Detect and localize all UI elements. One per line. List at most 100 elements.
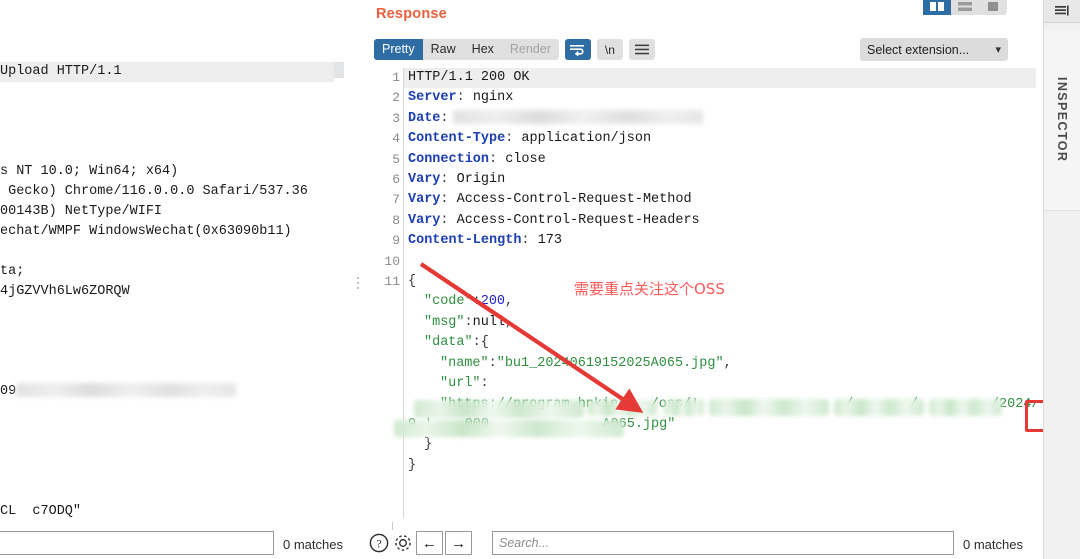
header-value: Access-Control-Request-Headers (448, 212, 700, 228)
code-token: } (408, 457, 417, 473)
header-name: Content-Length (408, 233, 522, 249)
url-redaction-4 (709, 399, 829, 416)
word-wrap-icon[interactable] (564, 39, 591, 60)
header-value: Origin (448, 172, 506, 188)
search-next-button[interactable]: → (445, 531, 472, 555)
request-line (0, 82, 350, 102)
panel-divider-handle[interactable] (355, 268, 361, 298)
response-header-line: HTTP/1.1 200 OK (408, 70, 530, 85)
code-token: { (408, 274, 417, 290)
code-token: "bu1_20240619152025A065.jpg" (496, 355, 724, 371)
inspector-rail: INSPECTOR (1043, 0, 1080, 559)
response-view-toolbar: Pretty Raw Hex Render \n (374, 39, 655, 60)
line-number-gutter: 1 2 3 4 5 6 7 8 9 10 11 (374, 68, 400, 518)
request-line (0, 422, 350, 442)
line-number: 7 (392, 192, 400, 208)
search-prev-button[interactable]: ← (416, 531, 443, 555)
response-tab-render[interactable]: Render (502, 39, 559, 60)
response-header-line: Vary: Origin (408, 170, 1036, 190)
line-number: 5 (392, 151, 400, 167)
code-token: , (505, 314, 514, 330)
divider-dot (357, 277, 359, 279)
layout-vertical-split-icon[interactable] (923, 0, 951, 15)
request-line (0, 342, 350, 362)
response-tab-pretty[interactable]: Pretty (374, 39, 423, 60)
response-tab-raw[interactable]: Raw (423, 39, 464, 60)
newline-toggle-button[interactable]: \n (596, 39, 623, 60)
request-line: CL c7ODQ" (0, 504, 82, 519)
request-line: Gecko) Chrome/116.0.0.0 Safari/537.36 (0, 184, 308, 199)
response-title: Response (376, 6, 447, 22)
request-line: 00143B) NetType/WIFI (0, 204, 163, 219)
header-name: Content-Type (408, 131, 506, 147)
url-redaction-1 (414, 400, 584, 418)
response-tab-hex[interactable]: Hex (464, 39, 502, 60)
code-token: : (488, 355, 497, 371)
code-token: :{ (472, 335, 489, 351)
request-line: s NT 10.0; Win64; x64) (0, 164, 179, 179)
header-colon: : (440, 172, 449, 188)
response-body-line: } (408, 435, 1036, 455)
request-line (0, 142, 350, 162)
layout-horizontal-split-icon[interactable] (951, 0, 979, 15)
response-view-tabs: Pretty Raw Hex Render (374, 39, 559, 60)
response-header-line: Content-Type: application/json (408, 129, 1036, 149)
svg-text:?: ? (376, 537, 381, 551)
request-scrollbar-thumb[interactable] (334, 62, 344, 78)
request-line (0, 462, 350, 482)
header-name: Vary (408, 192, 441, 208)
panel-collapse-icon[interactable] (1044, 0, 1080, 22)
header-name: Server (408, 90, 457, 106)
header-name: Vary (408, 172, 441, 188)
response-header-line: Date: (408, 109, 1036, 129)
line-number: 9 (392, 233, 400, 249)
line-number: 11 (384, 274, 400, 290)
response-search-input[interactable]: Search... (492, 531, 954, 555)
response-header-line: Connection: close (408, 150, 1036, 170)
select-extension-dropdown[interactable]: Select extension... ▾ (860, 38, 1008, 61)
inspector-tab[interactable]: INSPECTOR (1044, 30, 1080, 211)
line-number: 10 (384, 253, 400, 269)
arrow-right-icon: → (451, 534, 466, 552)
url-redaction-2 (587, 400, 657, 416)
header-colon: : (440, 192, 449, 208)
request-line (0, 442, 350, 462)
request-code-view[interactable]: Upload HTTP/1.1 s NT 10.0; Win64; x64) Ge… (0, 62, 350, 522)
layout-button-group (923, 0, 1007, 15)
divider-dot (357, 282, 359, 284)
header-colon: : (456, 90, 465, 106)
layout-single-pane-icon[interactable] (979, 0, 1007, 15)
code-token: "code" (424, 294, 473, 310)
response-header-line: Vary: Access-Control-Request-Headers (408, 211, 1036, 231)
line-number: 2 (392, 90, 400, 106)
header-value: Access-Control-Request-Method (448, 192, 692, 208)
code-token: , (723, 355, 732, 371)
url-redaction-3 (664, 399, 704, 416)
line-number: 8 (392, 212, 400, 228)
code-token: , (505, 294, 514, 310)
help-icon[interactable]: ? (368, 532, 390, 554)
header-name: Date (408, 110, 441, 126)
header-colon: : (440, 212, 449, 228)
hamburger-menu-icon[interactable] (628, 39, 655, 60)
response-header-line: Content-Length: 173 (408, 231, 1036, 251)
request-search-input[interactable] (0, 531, 274, 555)
request-line (0, 402, 350, 422)
arrow-left-icon: ← (422, 534, 437, 552)
request-scrollbar-track[interactable] (334, 62, 344, 522)
redacted-date-block (452, 110, 703, 125)
chevron-down-icon: ▾ (995, 44, 1001, 56)
request-panel: Upload HTTP/1.1 s NT 10.0; Win64; x64) Ge… (0, 0, 350, 522)
code-token: "url" (440, 376, 481, 392)
response-panel: Response Pretty Raw Hex Render \n Select… (368, 0, 1080, 522)
newline-label: \n (604, 42, 615, 57)
response-search-placeholder: Search... (499, 536, 550, 550)
response-body-line: "data":{ (408, 333, 1036, 353)
request-line: Upload HTTP/1.1 (0, 62, 336, 82)
header-value: close (497, 151, 546, 167)
header-name: Connection (408, 151, 490, 167)
request-line (0, 302, 350, 322)
bottom-search-bar: 0 matches ? ← → Search... 0 matches (0, 521, 1044, 559)
gear-icon[interactable] (392, 532, 414, 554)
response-body-line: "url": (408, 374, 1036, 394)
